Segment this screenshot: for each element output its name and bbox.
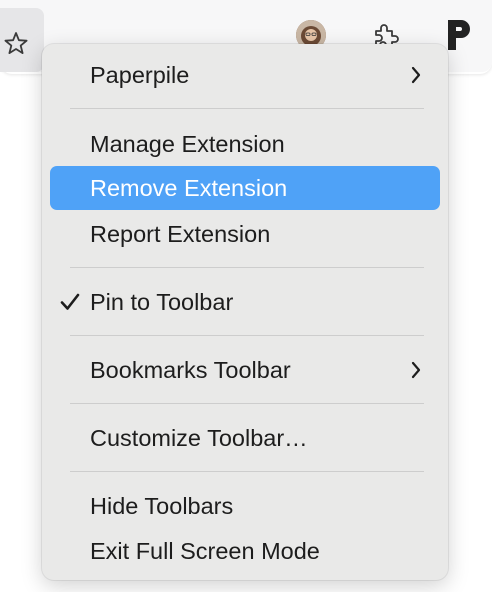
menu-item-label: Remove Extension xyxy=(90,175,288,201)
menu-separator xyxy=(70,403,424,404)
menu-separator xyxy=(70,108,424,109)
menu-item-remove-extension[interactable]: Remove Extension xyxy=(50,166,440,210)
menu-separator xyxy=(70,267,424,268)
menu-separator xyxy=(70,471,424,472)
bookmark-star-button[interactable] xyxy=(0,8,44,72)
extension-context-menu: Paperpile Manage Extension Remove Extens… xyxy=(42,44,448,580)
menu-item-exit-full-screen[interactable]: Exit Full Screen Mode xyxy=(50,529,440,573)
menu-item-label: Exit Full Screen Mode xyxy=(90,538,320,564)
menu-item-label: Report Extension xyxy=(90,221,271,247)
menu-item-paperpile[interactable]: Paperpile xyxy=(50,53,440,97)
chevron-right-icon xyxy=(411,361,421,379)
menu-item-report-extension[interactable]: Report Extension xyxy=(50,212,440,256)
chevron-right-icon xyxy=(411,66,421,84)
menu-item-pin-to-toolbar[interactable]: Pin to Toolbar xyxy=(50,280,440,324)
menu-item-customize-toolbar[interactable]: Customize Toolbar… xyxy=(50,416,440,460)
menu-item-label: Paperpile xyxy=(90,62,190,88)
star-icon xyxy=(4,32,28,54)
menu-item-manage-extension[interactable]: Manage Extension xyxy=(50,122,440,166)
menu-item-bookmarks-toolbar[interactable]: Bookmarks Toolbar xyxy=(50,348,440,392)
paperpile-logo[interactable] xyxy=(444,16,474,56)
menu-item-label: Customize Toolbar… xyxy=(90,425,308,451)
menu-separator xyxy=(70,335,424,336)
checkmark-icon xyxy=(60,293,80,310)
menu-item-label: Hide Toolbars xyxy=(90,493,234,519)
menu-item-label: Pin to Toolbar xyxy=(90,289,234,315)
menu-item-hide-toolbars[interactable]: Hide Toolbars xyxy=(50,484,440,528)
menu-item-label: Manage Extension xyxy=(90,131,285,157)
menu-item-label: Bookmarks Toolbar xyxy=(90,357,291,383)
